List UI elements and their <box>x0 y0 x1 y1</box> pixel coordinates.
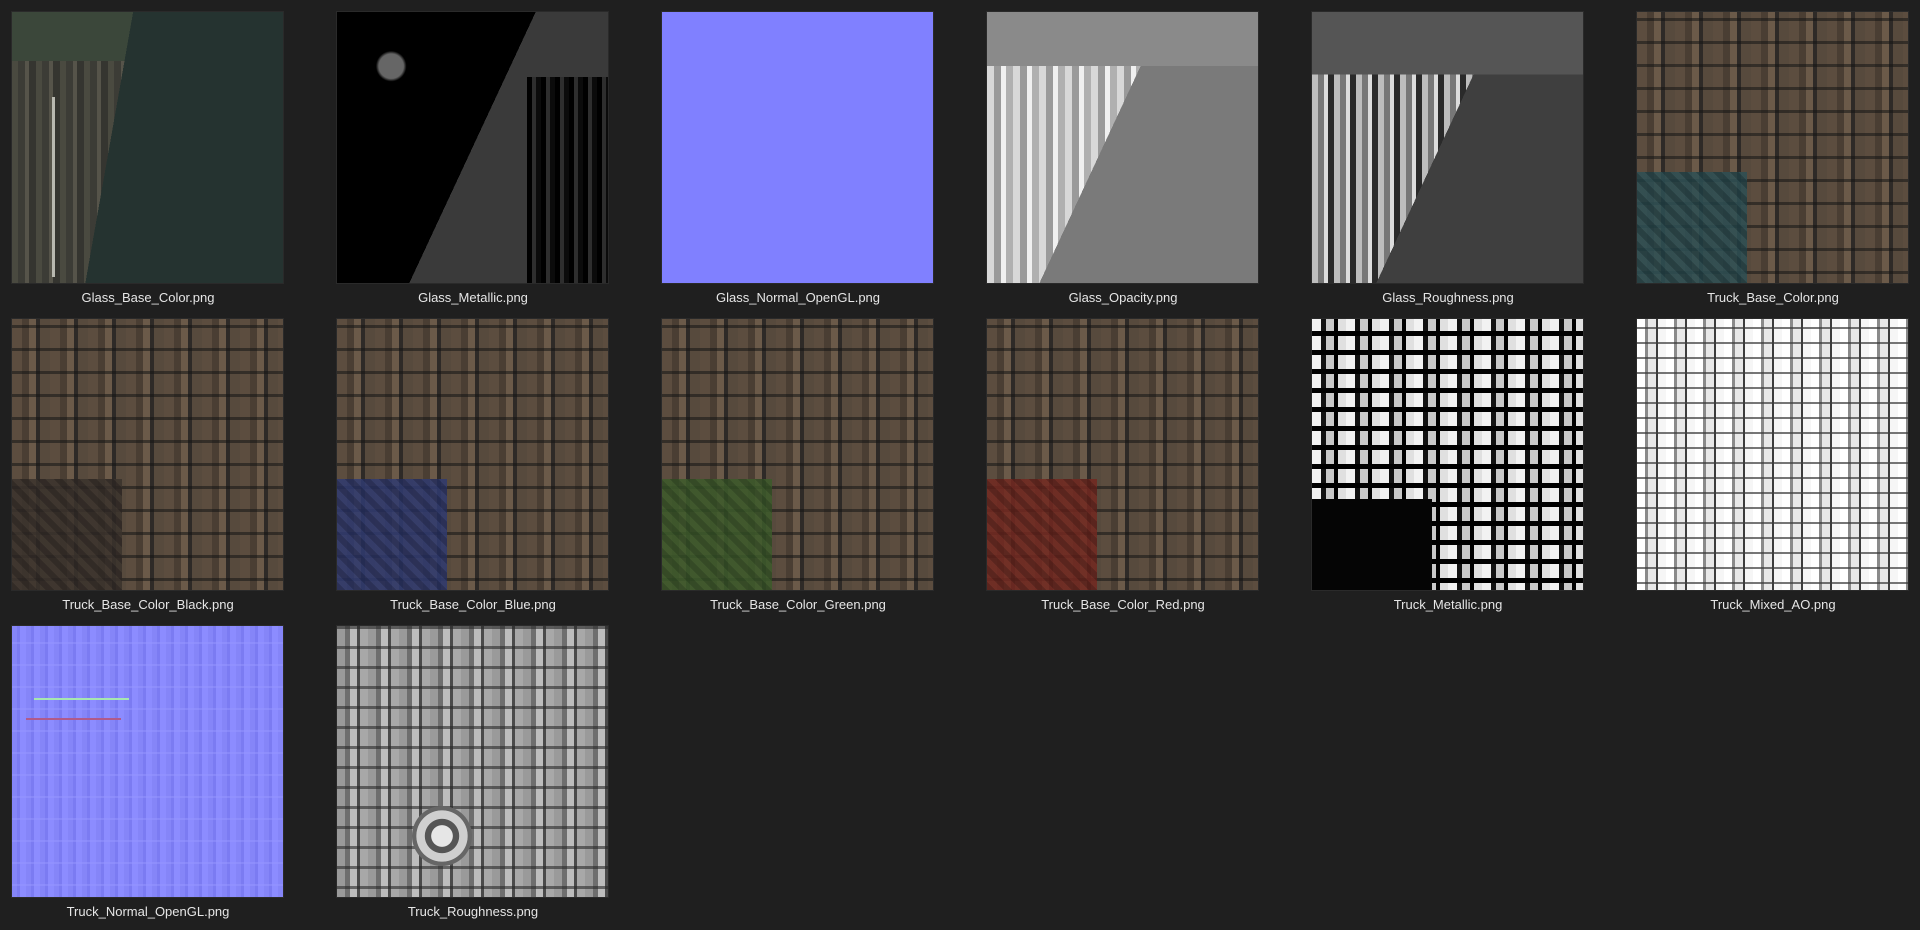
thumbnail-image <box>662 319 933 590</box>
file-item-truck-base-color-red[interactable]: Truck_Base_Color_Red.png <box>975 307 1275 612</box>
thumbnail-image <box>1312 319 1583 590</box>
thumbnail-image <box>1312 12 1583 283</box>
file-name-label: Truck_Normal_OpenGL.png <box>66 904 230 919</box>
thumbnail-image <box>662 12 933 283</box>
file-name-label: Glass_Roughness.png <box>1382 290 1514 305</box>
thumbnail-image <box>1637 12 1908 283</box>
file-name-label: Glass_Metallic.png <box>418 290 528 305</box>
file-name-label: Truck_Base_Color_Green.png <box>710 597 886 612</box>
thumbnail-image <box>1637 319 1908 590</box>
file-name-label: Truck_Base_Color_Black.png <box>62 597 234 612</box>
file-item-glass-roughness[interactable]: Glass_Roughness.png <box>1300 0 1600 305</box>
thumbnail-image <box>12 319 283 590</box>
file-item-truck-base-color-black[interactable]: Truck_Base_Color_Black.png <box>0 307 300 612</box>
file-item-truck-mixed-ao[interactable]: Truck_Mixed_AO.png <box>1625 307 1920 612</box>
file-item-truck-metallic[interactable]: Truck_Metallic.png <box>1300 307 1600 612</box>
file-item-glass-normal-opengl[interactable]: Glass_Normal_OpenGL.png <box>650 0 950 305</box>
file-name-label: Glass_Base_Color.png <box>81 290 215 305</box>
thumbnail-image <box>987 12 1258 283</box>
thumbnail-image <box>337 626 608 897</box>
file-name-label: Truck_Base_Color_Blue.png <box>390 597 556 612</box>
thumbnail-image <box>987 319 1258 590</box>
thumbnail-image <box>12 12 283 283</box>
file-name-label: Truck_Roughness.png <box>407 904 539 919</box>
file-name-label: Truck_Base_Color_Red.png <box>1041 597 1205 612</box>
thumbnail-image <box>337 12 608 283</box>
thumbnail-image <box>337 319 608 590</box>
file-name-label: Glass_Normal_OpenGL.png <box>715 290 881 305</box>
file-item-glass-base-color[interactable]: Glass_Base_Color.png <box>0 0 300 305</box>
thumbnail-image <box>12 626 283 897</box>
file-item-truck-normal-opengl[interactable]: Truck_Normal_OpenGL.png <box>0 614 300 919</box>
file-thumbnail-grid: Glass_Base_Color.png Glass_Metallic.png … <box>0 0 1920 930</box>
file-item-glass-opacity[interactable]: Glass_Opacity.png <box>975 0 1275 305</box>
file-name-label: Glass_Opacity.png <box>1068 290 1178 305</box>
file-item-truck-base-color[interactable]: Truck_Base_Color.png <box>1625 0 1920 305</box>
file-name-label: Truck_Mixed_AO.png <box>1710 597 1836 612</box>
file-item-truck-base-color-blue[interactable]: Truck_Base_Color_Blue.png <box>325 307 625 612</box>
file-name-label: Truck_Base_Color.png <box>1707 290 1839 305</box>
file-name-label: Truck_Metallic.png <box>1393 597 1503 612</box>
file-item-truck-base-color-green[interactable]: Truck_Base_Color_Green.png <box>650 307 950 612</box>
file-item-truck-roughness[interactable]: Truck_Roughness.png <box>325 614 625 919</box>
file-item-glass-metallic[interactable]: Glass_Metallic.png <box>325 0 625 305</box>
